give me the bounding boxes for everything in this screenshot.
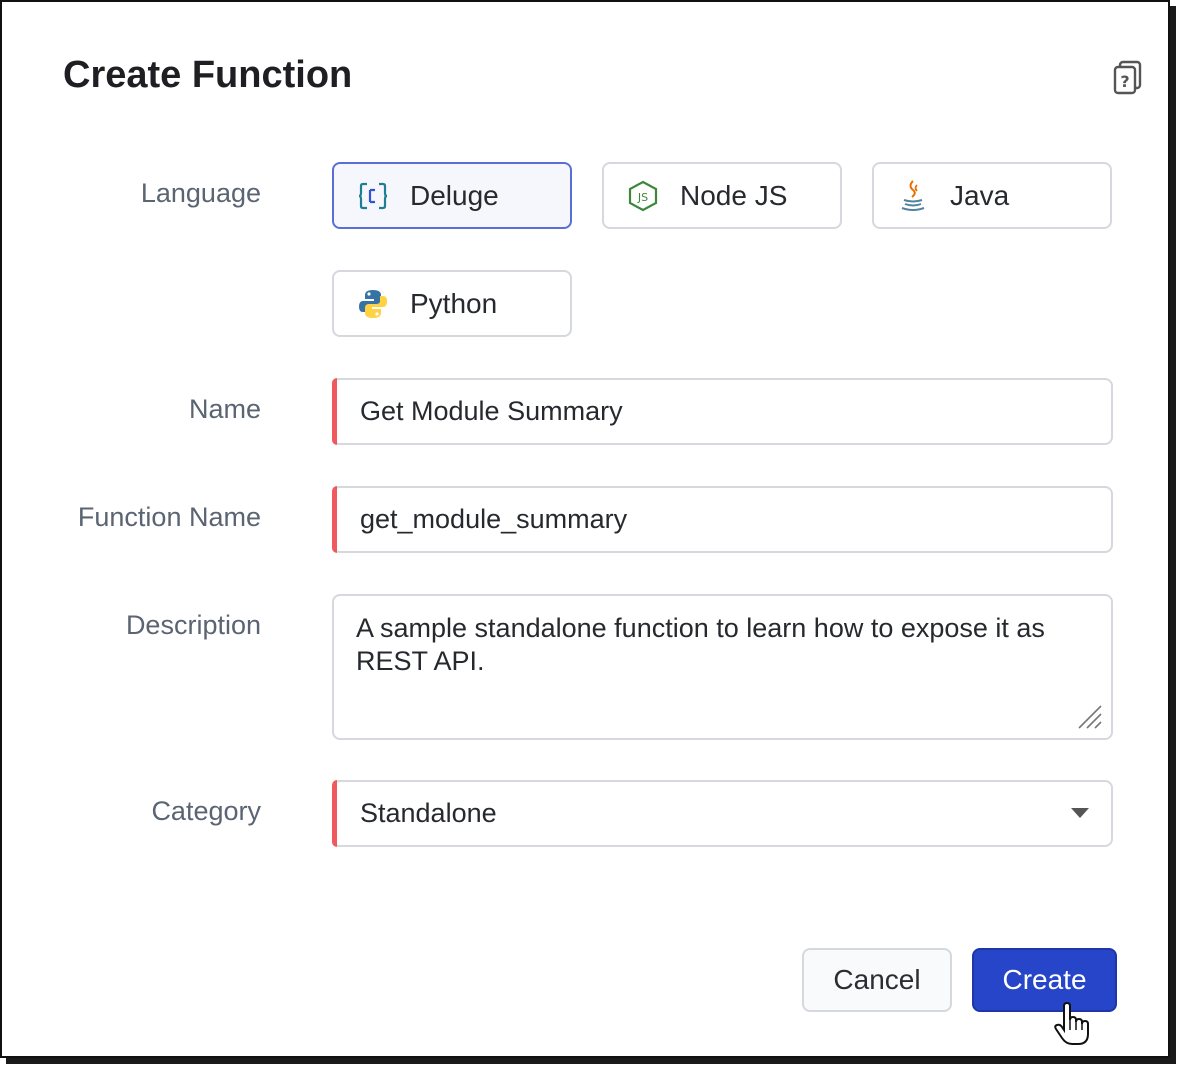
language-label-python: Python [410, 287, 498, 319]
category-select[interactable]: Standalone [332, 780, 1113, 847]
language-label-java: Java [950, 179, 1010, 211]
python-icon [356, 287, 390, 321]
description-textarea[interactable]: A sample standalone function to learn ho… [332, 594, 1113, 740]
language-option-python[interactable]: Python [332, 270, 572, 337]
function-name-field[interactable]: get_module_summary [332, 486, 1113, 553]
language-option-deluge[interactable]: Deluge [332, 162, 572, 229]
nodejs-icon: JS [626, 179, 660, 213]
language-label-nodejs: Node JS [680, 179, 788, 211]
help-book-icon[interactable]: ? [1112, 60, 1144, 96]
svg-text:JS: JS [637, 191, 648, 204]
svg-text:?: ? [1120, 72, 1129, 91]
deluge-icon [356, 179, 390, 213]
language-option-java[interactable]: Java [872, 162, 1112, 229]
description-label: Description [125, 610, 261, 640]
category-label: Category [151, 796, 261, 826]
dialog-title: Create Function [63, 54, 353, 96]
name-label: Name [188, 394, 261, 424]
name-value: Get Module Summary [360, 396, 623, 426]
function-name-label: Function Name [77, 502, 261, 532]
chevron-down-icon[interactable] [1071, 808, 1089, 818]
language-option-nodejs[interactable]: JS Node JS [602, 162, 842, 229]
create-function-dialog: Create Function ? Language Deluge JS Nod… [0, 0, 1170, 1058]
function-name-value: get_module_summary [360, 504, 628, 534]
category-value: Standalone [360, 798, 497, 828]
create-button[interactable]: Create [972, 948, 1117, 1012]
language-label: Language [140, 178, 261, 208]
name-field[interactable]: Get Module Summary [332, 378, 1113, 445]
java-icon [896, 179, 930, 213]
hand-cursor-icon [1054, 1002, 1089, 1045]
resize-handle-icon[interactable] [1075, 702, 1103, 730]
cancel-button[interactable]: Cancel [802, 948, 952, 1012]
description-value: A sample standalone function to learn ho… [356, 613, 1045, 676]
language-label-deluge: Deluge [410, 179, 499, 211]
